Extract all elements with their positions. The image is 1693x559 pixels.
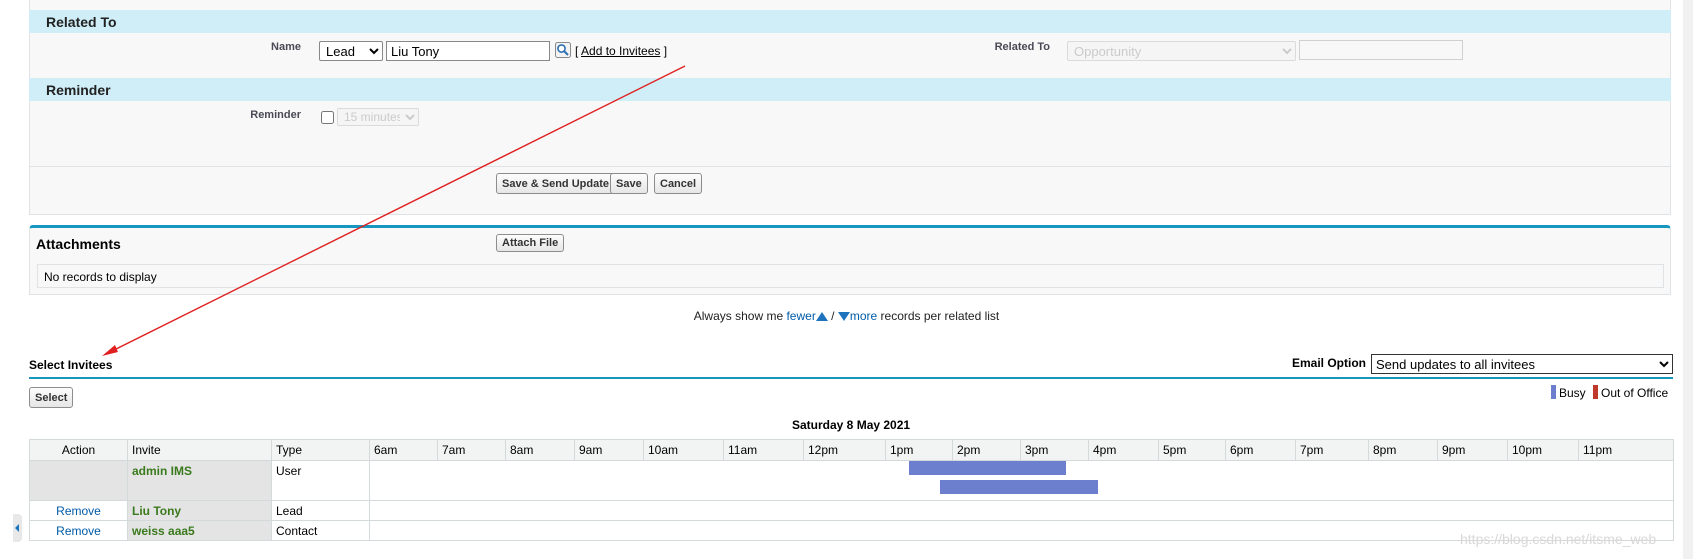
fewer-link[interactable]: fewer	[786, 309, 815, 323]
busy-block	[940, 480, 1098, 494]
related-to-label: Related To	[994, 41, 1050, 53]
add-to-invitees-wrapper: [ Add to Invitees ]	[575, 44, 668, 58]
arrow-up-icon[interactable]	[815, 312, 828, 322]
row-type-cell: Lead	[271, 500, 370, 521]
select-invitees-title: Select Invitees	[29, 358, 113, 372]
out-of-office-swatch	[1593, 385, 1598, 399]
legend-busy: Busy	[1551, 385, 1586, 400]
hour-header: 1pm	[885, 439, 953, 461]
busy-block	[909, 461, 1066, 475]
attachments-panel: Attachments Attach File No records to di…	[29, 225, 1671, 295]
row-invite-cell: weiss aaa5	[127, 520, 272, 541]
row-invite-cell: admin IMS	[127, 460, 272, 501]
row-timeline-cell	[369, 460, 1674, 501]
schedule-date-title: Saturday 8 May 2021	[792, 418, 911, 432]
hour-header: 2pm	[952, 439, 1021, 461]
no-records-message: No records to display	[37, 264, 1664, 288]
email-option-label: Email Option	[1292, 356, 1367, 370]
row-action-cell	[29, 460, 128, 501]
row-timeline-cell	[369, 500, 1674, 521]
hour-header: 8pm	[1368, 439, 1438, 461]
cancel-button[interactable]: Cancel	[654, 173, 703, 194]
hour-header: 9pm	[1437, 439, 1508, 461]
row-type-cell: Contact	[271, 520, 370, 541]
more-link[interactable]: more	[850, 309, 877, 323]
table-row: Remove weiss aaa5 Contact	[29, 520, 1674, 541]
hour-header: 12pm	[803, 439, 886, 461]
collapse-sidebar-handle[interactable]	[13, 514, 22, 542]
busy-legend-label: Busy	[1559, 386, 1586, 400]
records-separator: /	[831, 309, 835, 323]
watermark-text: https://blog.csdn.net/itsme_web	[1460, 531, 1657, 547]
hour-header: 10am	[643, 439, 724, 461]
hour-header: 5pm	[1158, 439, 1226, 461]
related-to-type-select[interactable]: Opportunity	[1067, 41, 1296, 61]
row-type-cell: User	[271, 460, 370, 501]
hour-header: 6pm	[1225, 439, 1296, 461]
legend-out-of-office: Out of Office	[1593, 385, 1668, 400]
busy-swatch	[1551, 385, 1556, 399]
invitees-divider	[29, 377, 1673, 379]
records-per-list-suffix: records per related list	[880, 309, 1000, 323]
button-row-divider	[29, 166, 1671, 167]
related-to-section-header: Related To	[29, 10, 1671, 33]
arrow-down-icon[interactable]	[837, 312, 850, 322]
lookup-magnifier-icon[interactable]	[555, 42, 571, 58]
hour-header: 11pm	[1578, 439, 1674, 461]
hour-header: 7am	[437, 439, 506, 461]
name-label: Name	[271, 41, 301, 53]
hour-header: 8am	[505, 439, 575, 461]
row-action-cell: Remove	[29, 520, 128, 541]
hour-header: 7pm	[1295, 439, 1369, 461]
hour-header: 4pm	[1088, 439, 1159, 461]
column-header-invite: Invite	[127, 439, 272, 461]
select-invitees-button[interactable]: Select	[29, 387, 74, 408]
row-invite-cell: Liu Tony	[127, 500, 272, 521]
save-send-update-button[interactable]: Save & Send Update	[496, 173, 615, 194]
attach-file-button[interactable]: Attach File	[496, 234, 565, 252]
table-row: admin IMS User	[29, 460, 1674, 501]
hour-header: 11am	[723, 439, 804, 461]
hour-header: 10pm	[1507, 439, 1579, 461]
reminder-time-select[interactable]: 15 minutes	[337, 108, 419, 126]
attachments-title: Attachments	[36, 236, 121, 252]
email-option-select[interactable]: Send updates to all invitees	[1371, 354, 1673, 374]
out-of-office-legend-label: Out of Office	[1601, 386, 1669, 400]
records-per-list-prefix: Always show me	[693, 309, 784, 323]
row-action-cell: Remove	[29, 500, 128, 521]
reminder-checkbox[interactable]	[321, 111, 334, 124]
name-type-select[interactable]: Lead	[319, 41, 383, 61]
vertical-scrollbar[interactable]	[1683, 0, 1693, 559]
schedule-header-row: Action Invite Type 6am 7am 8am 9am 10am …	[29, 439, 1674, 461]
add-to-invitees-link[interactable]: Add to Invitees	[581, 44, 660, 58]
hour-header: 6am	[369, 439, 438, 461]
related-to-lookup-input[interactable]	[1299, 40, 1463, 60]
save-button[interactable]: Save	[610, 173, 648, 194]
remove-link[interactable]: Remove	[56, 504, 101, 518]
related-to-section-title: Related To	[46, 14, 117, 30]
hour-header: 9am	[574, 439, 644, 461]
invitee-schedule-table: Action Invite Type 6am 7am 8am 9am 10am …	[29, 439, 1674, 541]
column-header-type: Type	[271, 439, 370, 461]
reminder-section-header: Reminder	[29, 78, 1671, 101]
column-header-action: Action	[29, 439, 128, 461]
reminder-section-title: Reminder	[46, 82, 111, 98]
hour-header: 3pm	[1020, 439, 1089, 461]
remove-link[interactable]: Remove	[56, 524, 101, 538]
records-per-list-control: Always show me fewer / more records per …	[0, 309, 1693, 323]
name-lookup-input[interactable]	[386, 41, 550, 61]
table-row: Remove Liu Tony Lead	[29, 500, 1674, 521]
reminder-label: Reminder	[250, 109, 301, 121]
